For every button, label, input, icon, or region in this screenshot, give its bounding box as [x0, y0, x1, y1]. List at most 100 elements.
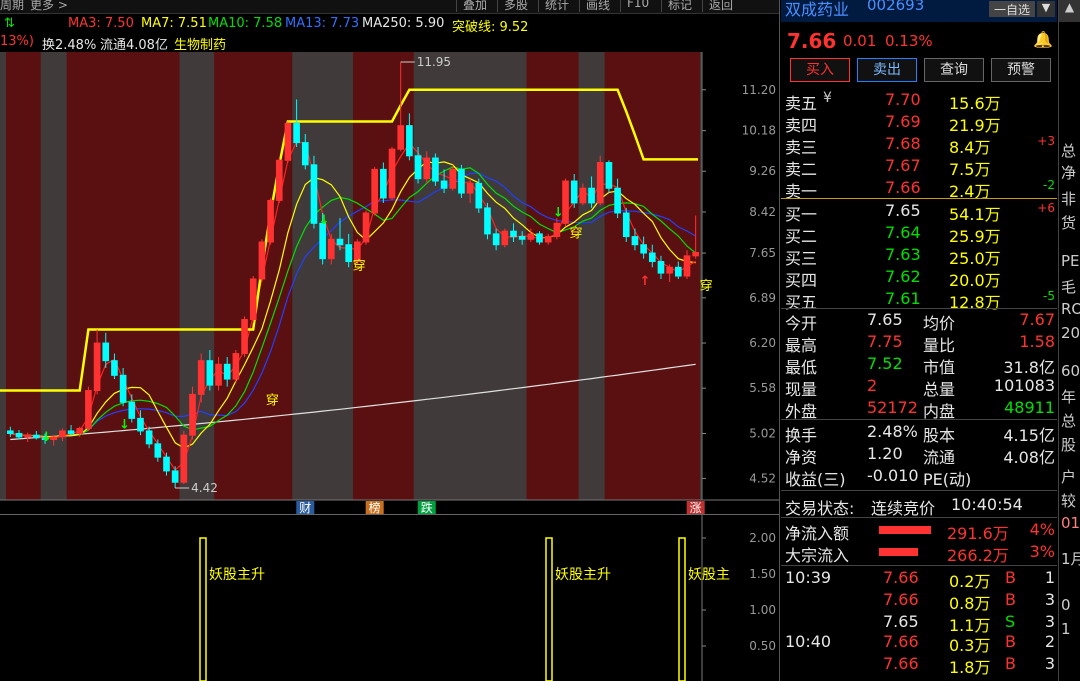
tick-count: 2 [1044, 632, 1055, 651]
lower-axis-label: 1.50 [749, 567, 776, 581]
extra-info-item: 净 [1061, 164, 1077, 182]
flow-pct: 3% [1029, 542, 1055, 561]
ask-row: 卖二 7.67 7.5万 [781, 155, 1057, 179]
candle-body [102, 342, 110, 362]
bid-row: 买二 7.64 25.9万 [781, 222, 1057, 246]
kline-chart[interactable]: 11.20 10.18 9.26 8.42 7.65 6.89 6.20 5.58 5.02 4.… [0, 52, 779, 514]
candle-body [501, 230, 509, 246]
candle-body [458, 168, 465, 194]
candle-body [241, 319, 248, 355]
candle-body [284, 123, 292, 161]
candle-body [596, 162, 604, 204]
bid-price: 7.61 [885, 289, 921, 308]
turnover-text: 换2.48% [42, 38, 97, 52]
candle-body [492, 233, 500, 246]
stat-value: 101083 [993, 376, 1055, 395]
extra-info-item: PE [1061, 252, 1080, 270]
candle-body [570, 180, 578, 204]
flow-label: 大宗流入 [785, 546, 850, 565]
cross-signal-label: 穿 [266, 392, 279, 408]
candle-body [267, 199, 274, 243]
cross-signal-label: 穿 [570, 225, 583, 241]
candle-body [7, 430, 14, 434]
watchlist-button[interactable]: 一自选 [989, 1, 1035, 17]
price-change: 0.01 [843, 32, 877, 50]
tick-count: 3 [1044, 590, 1055, 609]
ma7-value: MA7: 7.51 [141, 16, 207, 31]
extra-info-item: 0 [1061, 596, 1071, 614]
candle-body [59, 430, 66, 438]
bid-price: 7.62 [885, 267, 921, 286]
tick-row: 7.65 1.1万 S 3 [781, 611, 1057, 635]
extra-info-item: 1 [1061, 620, 1071, 638]
query-button[interactable]: 查询 [924, 58, 984, 82]
draw-button[interactable]: 画线 [579, 0, 616, 12]
trade-time: 10:40:54 [951, 495, 1023, 514]
signal-arrow-icon: ↑ [640, 274, 651, 289]
signal-indicator-panel[interactable]: 2.00 1.50 1.00 0.50 妖股主升 妖股主升 妖股主 [0, 514, 779, 681]
stat-row: 最低 7.52 市值 31.8亿 [781, 353, 1057, 377]
candle-body [223, 363, 231, 380]
candle-body [544, 236, 552, 243]
period-menu[interactable]: 周期 [0, 0, 24, 13]
stat-value: 7.67 [1019, 310, 1055, 329]
sell-button[interactable]: 卖出 [857, 58, 917, 82]
stat-row: 净资 1.20 流通 4.08亿 [781, 443, 1057, 467]
back-button[interactable]: 返回 [702, 0, 739, 12]
candle-body [327, 238, 335, 260]
candle-body [371, 168, 379, 214]
overlay-button[interactable]: 叠加 [456, 0, 493, 12]
cross-signal-label: 穿 [353, 258, 366, 274]
stat-value: 7.52 [867, 354, 903, 373]
tick-time: 10:39 [785, 568, 832, 587]
tick-side: B [1005, 568, 1016, 587]
stat-row: 最高 7.75 量比 1.58 [781, 331, 1057, 355]
candle-body [310, 164, 318, 224]
extra-info-item: 1月 [1061, 550, 1080, 568]
tick-time: 10:40 [785, 632, 832, 651]
flow-row: 大宗流入 266.2万 3% [781, 541, 1057, 565]
stat-row: 今开 7.65 均价 7.67 [781, 309, 1057, 333]
ma13-value: MA13: 7.73 [285, 16, 360, 31]
candle-body [380, 168, 387, 199]
candle-body [163, 456, 170, 472]
trade-state-row: 交易状态: 连续竞价 10:40:54 [781, 494, 1057, 518]
scroll-up-icon[interactable]: ▲ [1059, 0, 1080, 22]
quote-panel: 双成药业 002693 一自选 ▼ 7.66 0.01 0.13% 🔔 买入 卖… [781, 0, 1057, 681]
stat-value: 2 [867, 376, 878, 395]
tick-side: B [1005, 590, 1016, 609]
tick-count: 1 [1044, 568, 1055, 587]
more-menu[interactable]: 更多 > [30, 0, 68, 13]
bid-row: 买五 7.61 12.8万 -5 [781, 288, 1057, 312]
signal-arrow-icon: ↓ [119, 418, 130, 433]
alert-button[interactable]: 预警 [991, 58, 1051, 82]
candle-body [588, 187, 595, 204]
price-label: 6.89 [749, 291, 776, 305]
candle-body [258, 241, 266, 280]
multi-stock-button[interactable]: 多股 [497, 0, 534, 12]
f10-button[interactable]: F10 [620, 0, 655, 12]
candle-body [24, 434, 32, 438]
candle-body [640, 244, 647, 254]
tick-count: 3 [1044, 612, 1055, 631]
price-label: 6.20 [749, 336, 776, 350]
ask-price: 7.70 [885, 90, 921, 109]
change-pct-fragment: 13%) [0, 34, 34, 49]
stat-value: 2.48% [867, 422, 918, 441]
flow-bar [879, 548, 918, 556]
stats-button[interactable]: 统计 [538, 0, 575, 12]
cross-signal-label: 穿 [700, 278, 713, 294]
candle-body [614, 187, 621, 214]
candle-body [432, 157, 439, 182]
buy-button[interactable]: 买入 [790, 58, 850, 82]
bell-icon[interactable]: 🔔 [1033, 30, 1053, 49]
sector-text[interactable]: 生物制药 [174, 34, 226, 52]
ma10-value: MA10: 7.58 [208, 16, 283, 31]
mark-button[interactable]: 标记 [661, 0, 698, 12]
candle-body [466, 182, 474, 194]
candle-body [579, 187, 587, 204]
dropdown-icon[interactable]: ▼ [1037, 1, 1055, 17]
candle-body [180, 434, 188, 483]
stat-value: 1.20 [867, 444, 903, 463]
low-label: 4.42 [191, 481, 218, 495]
